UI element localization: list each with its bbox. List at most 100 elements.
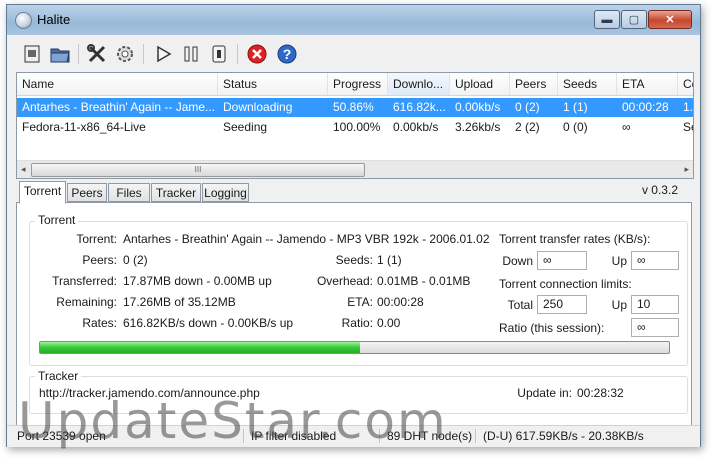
cell-download: 616.82k...	[393, 100, 446, 114]
cell-peers: 0 (2)	[515, 100, 540, 114]
transferred-label: Transferred:	[52, 274, 117, 288]
transfer-rates-title: Torrent transfer rates (KB/s):	[499, 232, 651, 246]
maximize-button[interactable]: ▢	[621, 10, 647, 29]
dht-status: 89 DHT node(s)	[387, 429, 473, 443]
scroll-thumb[interactable]: III	[31, 163, 365, 177]
cell-peers: 2 (2)	[515, 120, 540, 134]
remove-icon[interactable]	[244, 42, 270, 66]
peers-label: Peers:	[82, 253, 117, 267]
overhead-value: 0.01MB - 0.01MB	[377, 274, 471, 288]
seeds-label: Seeds:	[335, 253, 373, 267]
torrent-group-label: Torrent	[35, 213, 79, 227]
toolbar: ?	[7, 36, 700, 72]
ip-filter-status: IP filter disabled	[251, 429, 337, 443]
cell-eta: 00:00:28	[622, 100, 669, 114]
column-header-seeds[interactable]: Seeds	[558, 73, 617, 95]
tab-torrent[interactable]: Torrent	[19, 181, 66, 204]
cell-status: Seeding	[223, 120, 268, 134]
total-connections-label: Total	[507, 298, 533, 312]
gear-icon[interactable]	[112, 42, 138, 66]
halite-logo-icon	[15, 12, 32, 29]
cell-seeds: 1 (1)	[563, 100, 588, 114]
ratio-value: 0.00	[377, 316, 401, 330]
stop-icon[interactable]	[206, 42, 232, 66]
tab-logging[interactable]: Logging	[202, 183, 249, 202]
list-header: Name Status Progress Downlo... Upload Pe…	[17, 73, 693, 96]
up-connections-label: Up	[611, 298, 627, 312]
peers-value: 0 (2)	[123, 253, 148, 267]
cell-upload: 0.00kb/s	[455, 100, 501, 114]
cell-download: 0.00kb/s	[393, 120, 439, 134]
cell-seeds: 0 (0)	[563, 120, 588, 134]
rates-value: 616.82KB/s down - 0.00KB/s up	[123, 316, 294, 330]
column-header-more[interactable]: Co	[678, 73, 693, 95]
play-icon[interactable]	[150, 42, 176, 66]
overhead-label: Overhead:	[316, 274, 373, 288]
torrent-list[interactable]: Name Status Progress Downlo... Upload Pe…	[16, 72, 694, 179]
version-label: v 0.3.2	[641, 183, 678, 197]
scroll-right-icon[interactable]: ▸	[684, 164, 689, 175]
close-button[interactable]: ✕	[648, 10, 692, 29]
rates-label: Rates:	[82, 316, 117, 330]
eta-label: ETA:	[347, 295, 373, 309]
horizontal-scrollbar[interactable]: ◂ III ▸	[17, 160, 693, 178]
table-row[interactable]: Antarhes - Breathin' Again -- Jame... Do…	[17, 98, 693, 117]
transferred-value: 17.87MB down - 0.00MB up	[123, 274, 272, 288]
column-header-status[interactable]: Status	[218, 73, 328, 95]
cell-name: Antarhes - Breathin' Again -- Jame...	[22, 100, 216, 114]
svg-text:?: ?	[283, 46, 292, 62]
cell-progress: 100.00%	[333, 120, 381, 134]
session-ratio-input[interactable]: ∞	[631, 318, 679, 337]
up-limit-input[interactable]: ∞	[631, 251, 679, 270]
column-header-peers[interactable]: Peers	[510, 73, 558, 95]
remaining-value: 17.26MB of 35.12MB	[123, 295, 236, 309]
torrent-name-value: Antarhes - Breathin' Again -- Jamendo - …	[123, 232, 493, 246]
tab-peers[interactable]: Peers	[67, 183, 107, 202]
scroll-left-icon[interactable]: ◂	[21, 164, 26, 175]
down-limit-label: Down	[502, 254, 533, 268]
column-header-download[interactable]: Downlo...	[388, 73, 450, 95]
tracker-url: http://tracker.jamendo.com/announce.php	[39, 386, 260, 400]
up-limit-label: Up	[611, 254, 627, 268]
help-icon[interactable]: ?	[274, 42, 300, 66]
cell-status: Downloading	[223, 100, 293, 114]
cell-progress: 50.86%	[333, 100, 374, 114]
tracker-update-label: Update in:	[517, 386, 572, 400]
cell-upload: 3.26kb/s	[455, 120, 501, 134]
tracker-update-value: 00:28:32	[577, 386, 624, 400]
down-limit-input[interactable]: ∞	[537, 251, 587, 270]
cell-eta: ∞	[622, 120, 631, 134]
remaining-label: Remaining:	[56, 295, 117, 309]
up-connections-input[interactable]: 10	[631, 295, 679, 314]
eta-value: 00:00:28	[377, 295, 424, 309]
column-header-eta[interactable]: ETA	[617, 73, 678, 95]
column-header-upload[interactable]: Upload	[450, 73, 510, 95]
status-bar: Port 23539 open IP filter disabled 89 DH…	[7, 425, 700, 447]
column-header-progress[interactable]: Progress	[328, 73, 388, 95]
seeds-value: 1 (1)	[377, 253, 402, 267]
open-folder-icon[interactable]	[47, 42, 73, 66]
pause-icon[interactable]	[178, 42, 204, 66]
ratio-label: Ratio:	[341, 316, 373, 330]
tab-panel-torrent: Torrent Torrent: Antarhes - Breathin' Ag…	[16, 202, 692, 427]
session-ratio-label: Ratio (this session):	[499, 321, 605, 335]
cell-name: Fedora-11-x86_64-Live	[22, 120, 146, 134]
transfer-rates-status: (D-U) 617.59KB/s - 20.38KB/s	[483, 429, 644, 443]
connection-limits-title: Torrent connection limits:	[499, 277, 632, 291]
add-torrent-icon[interactable]	[19, 42, 45, 66]
tab-files[interactable]: Files	[108, 183, 150, 202]
app-window: Halite ▬ ▢ ✕ ? Name Status Progress Down…	[6, 4, 701, 447]
column-header-name[interactable]: Name	[17, 73, 218, 95]
cell-more: Se	[683, 120, 693, 134]
download-progress-bar	[39, 341, 670, 354]
table-row[interactable]: Fedora-11-x86_64-Live Seeding 100.00% 0.…	[17, 118, 693, 137]
title-bar[interactable]: Halite ▬ ▢ ✕	[7, 5, 700, 35]
download-progress-fill	[40, 342, 360, 353]
port-status: Port 23539 open	[17, 429, 106, 443]
settings-tools-icon[interactable]	[84, 42, 110, 66]
total-connections-input[interactable]: 250	[537, 295, 587, 314]
torrent-name-label: Torrent:	[76, 232, 117, 246]
window-title: Halite	[37, 12, 71, 27]
minimize-button[interactable]: ▬	[594, 10, 620, 29]
tab-tracker[interactable]: Tracker	[151, 183, 201, 202]
